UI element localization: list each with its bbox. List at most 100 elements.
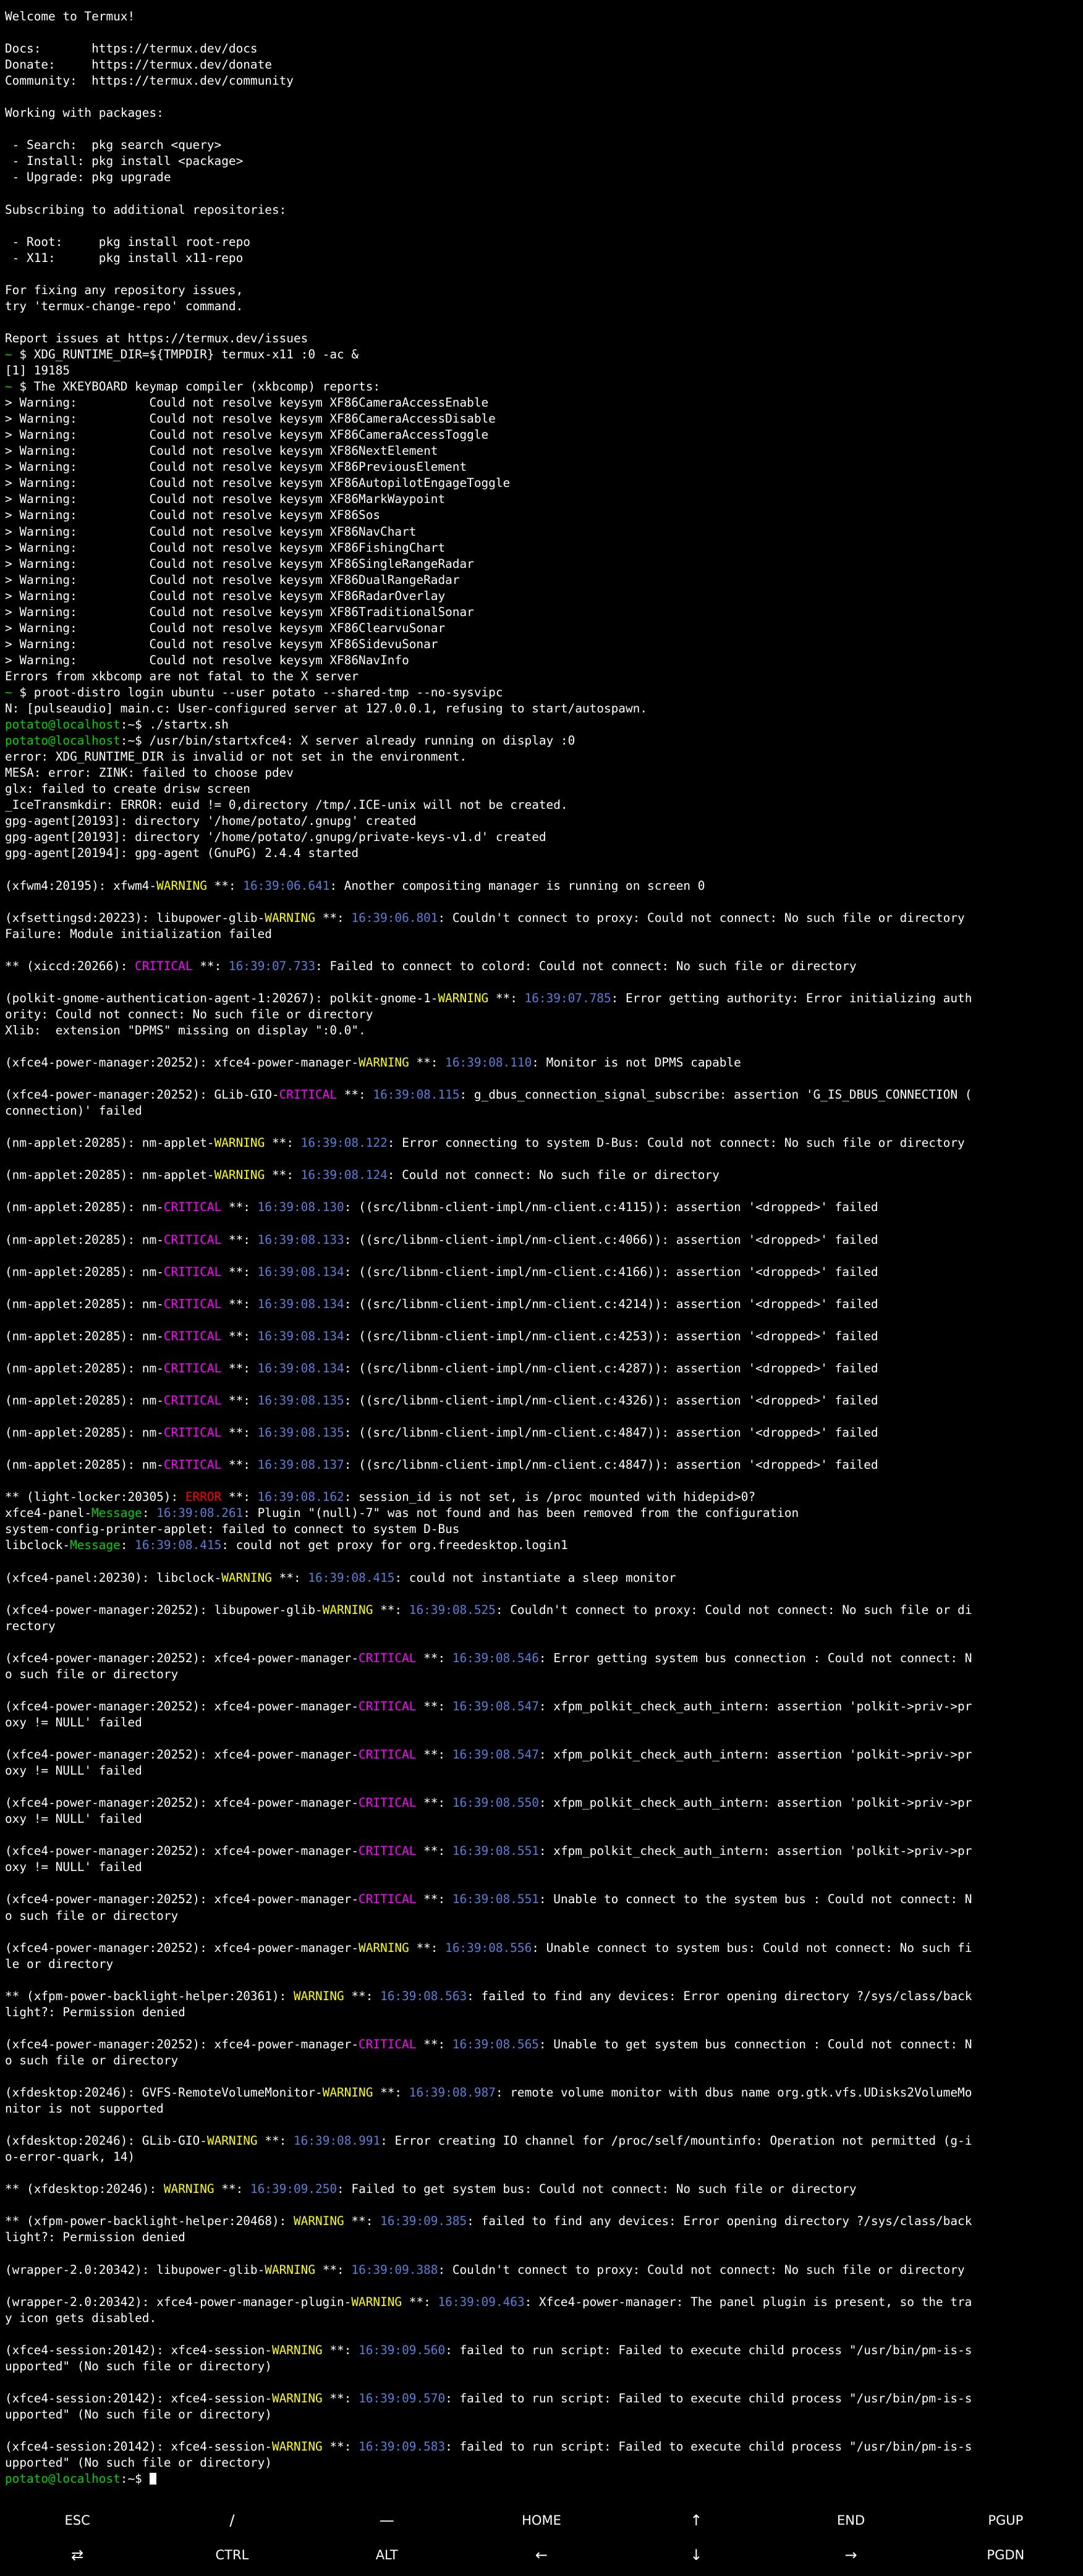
line-segment: **: [416, 1796, 452, 1810]
line-segment: (nm-applet:20285): nm- [5, 1296, 164, 1311]
terminal-line: > Warning: Could not resolve keysym XF86… [5, 540, 1078, 556]
line-segment: upported" (No such file or directory) [5, 2456, 272, 2470]
line-segment: WARNING [271, 2391, 323, 2405]
line-segment: 16:39:07.733 [228, 958, 316, 973]
line-segment: **: [265, 1136, 301, 1151]
line-segment: 16:39:08.563 [380, 1988, 467, 2003]
text-cursor[interactable] [149, 2473, 156, 2485]
line-segment: 16:39:08.547 [452, 1747, 539, 1762]
line-segment: [1] 19185 [5, 363, 70, 378]
alt-key[interactable]: ALT [310, 2538, 464, 2572]
line-segment: **: [416, 1699, 452, 1713]
line-segment: : Failed to get system bus: Could not co… [337, 2182, 857, 2197]
terminal-line: oxy != NULL' failed [5, 1811, 1078, 1827]
line-segment: **: [416, 1747, 452, 1762]
terminal-line: Errors from xkbcomp are not fatal to the… [5, 669, 1078, 685]
slash-key[interactable]: / [155, 2503, 309, 2538]
esc-key[interactable]: ESC [0, 2503, 155, 2538]
terminal-line: ** (xfpm-power-backlight-helper:20468): … [5, 2213, 1078, 2229]
home-key[interactable]: HOME [464, 2503, 619, 2538]
line-segment: : Failed to connect to colord: Could not… [315, 958, 857, 973]
line-segment: **: [409, 1940, 446, 1955]
line-segment: > Warning: Could not resolve keysym XF86… [5, 572, 460, 587]
minus-key[interactable]: — [310, 2503, 464, 2538]
line-segment: (wrapper-2.0:20342): libupower-glib- [5, 2262, 265, 2277]
line-segment: light?: Permission denied [5, 2004, 185, 2019]
arrow-up-key[interactable]: ↑ [619, 2503, 773, 2538]
line-segment: WARNING [322, 1602, 373, 1617]
line-segment: WARNING [351, 2294, 402, 2309]
terminal-output-area[interactable]: Welcome to Termux! Docs: https://termux.… [0, 0, 1083, 2503]
tab-key[interactable]: ⇄ [0, 2538, 155, 2572]
line-segment: (xfdesktop:20246): GLib-GIO- [5, 2134, 207, 2148]
line-segment: 16:39:08.550 [452, 1796, 539, 1810]
line-segment: (xfsettingsd:20223): libupower-glib- [5, 910, 265, 925]
line-segment: 16:39:08.110 [445, 1055, 532, 1070]
line-segment: **: [373, 2085, 409, 2100]
line-segment: : session_id is not set, is /proc mounte… [344, 1490, 756, 1505]
terminal-line: Docs: https://termux.dev/docs [5, 41, 1078, 57]
line-segment: 16:39:08.133 [257, 1232, 344, 1247]
line-segment: 16:39:08.546 [452, 1650, 539, 1665]
line-segment: gpg-agent[20194]: gpg-agent (GnuPG) 2.4.… [5, 846, 359, 861]
prompt-sigil: :~$ [120, 2472, 150, 2486]
line-segment: **: [221, 1328, 258, 1343]
line-segment: (nm-applet:20285): nm-applet- [5, 1136, 214, 1151]
line-segment: : ((src/libnm-client-impl/nm-client.c:42… [344, 1328, 878, 1343]
line-segment: - X11: pkg install x11-repo [5, 250, 244, 265]
line-segment: : Unable to get system bus connection : … [538, 2037, 972, 2051]
end-key[interactable]: END [773, 2503, 928, 2538]
pgdn-key[interactable]: PGDN [928, 2538, 1083, 2572]
arrow-left-key[interactable]: ← [464, 2538, 619, 2572]
terminal-line: oxy != NULL' failed [5, 1859, 1078, 1875]
line-segment: y icon gets disabled. [5, 2310, 157, 2325]
terminal-line: (xfce4-power-manager:20252): xfce4-power… [5, 1055, 1078, 1071]
terminal-line: (nm-applet:20285): nm-CRITICAL **: 16:39… [5, 1296, 1078, 1312]
line-segment: : Plugin "(null)-7" was not found and ha… [243, 1506, 799, 1521]
arrow-right-key[interactable]: → [773, 2538, 928, 2572]
line-segment: 16:39:08.987 [409, 2085, 496, 2100]
terminal-line: upported" (No such file or directory) [5, 2359, 1078, 2375]
line-segment: : failed to find any devices: Error open… [467, 1988, 972, 2003]
terminal-line: > Warning: Could not resolve keysym XF86… [5, 524, 1078, 540]
line-segment: o such file or directory [5, 1908, 179, 1923]
terminal-line: (polkit-gnome-authentication-agent-1:202… [5, 990, 1078, 1007]
terminal-line: (nm-applet:20285): nm-applet-WARNING **:… [5, 1135, 1078, 1151]
line-segment: **: [322, 2342, 359, 2357]
arrow-down-key[interactable]: ↓ [619, 2538, 773, 2572]
line-segment: **: [315, 910, 352, 925]
terminal-line: > Warning: Could not resolve keysym XF86… [5, 459, 1078, 475]
line-segment: CRITICAL [359, 2037, 417, 2051]
ctrl-key[interactable]: CTRL [155, 2538, 309, 2572]
terminal-line: (xfce4-power-manager:20252): xfce4-power… [5, 1747, 1078, 1763]
line-segment: 16:39:09.560 [359, 2342, 446, 2357]
line-segment: xfce4-panel- [5, 1506, 92, 1521]
line-segment: (xfce4-power-manager:20252): xfce4-power… [5, 1699, 359, 1713]
line-segment: ** (xfdesktop:20246): [5, 2182, 164, 2197]
terminal-line: (xfce4-power-manager:20252): GLib-GIO-CR… [5, 1087, 1078, 1103]
line-segment: **: [271, 1570, 308, 1585]
termux-terminal-window: Welcome to Termux! Docs: https://termux.… [0, 0, 1083, 2576]
pgup-key[interactable]: PGUP [928, 2503, 1083, 2538]
line-segment: (nm-applet:20285): nm- [5, 1328, 164, 1343]
line-segment: 16:39:06.801 [351, 910, 438, 925]
line-segment: (xfce4-session:20142): xfce4-session- [5, 2439, 272, 2454]
line-segment: : failed to run script: Failed to execut… [445, 2391, 972, 2405]
line-segment: ** (light-locker:20305): [5, 1490, 185, 1505]
terminal-line: gpg-agent[20193]: directory '/home/potat… [5, 813, 1078, 829]
terminal-line: (xfdesktop:20246): GVFS-RemoteVolumeMoni… [5, 2085, 1078, 2101]
terminal-line: ~ $ XDG_RUNTIME_DIR=${TMPDIR} termux-x11… [5, 347, 1078, 363]
line-segment: 16:39:08.122 [300, 1136, 388, 1151]
line-segment: error: XDG_RUNTIME_DIR is invalid or not… [5, 750, 467, 764]
line-segment: : ((src/libnm-client-impl/nm-client.c:40… [344, 1232, 878, 1247]
line-segment: **: [206, 878, 244, 893]
terminal-line: (xfce4-session:20142): xfce4-session-WAR… [5, 2439, 1078, 2455]
line-segment: Donate: https://termux.dev/donate [5, 57, 272, 72]
terminal-line: (nm-applet:20285): nm-CRITICAL **: 16:39… [5, 1425, 1078, 1441]
line-segment: connection)' failed [5, 1104, 142, 1118]
